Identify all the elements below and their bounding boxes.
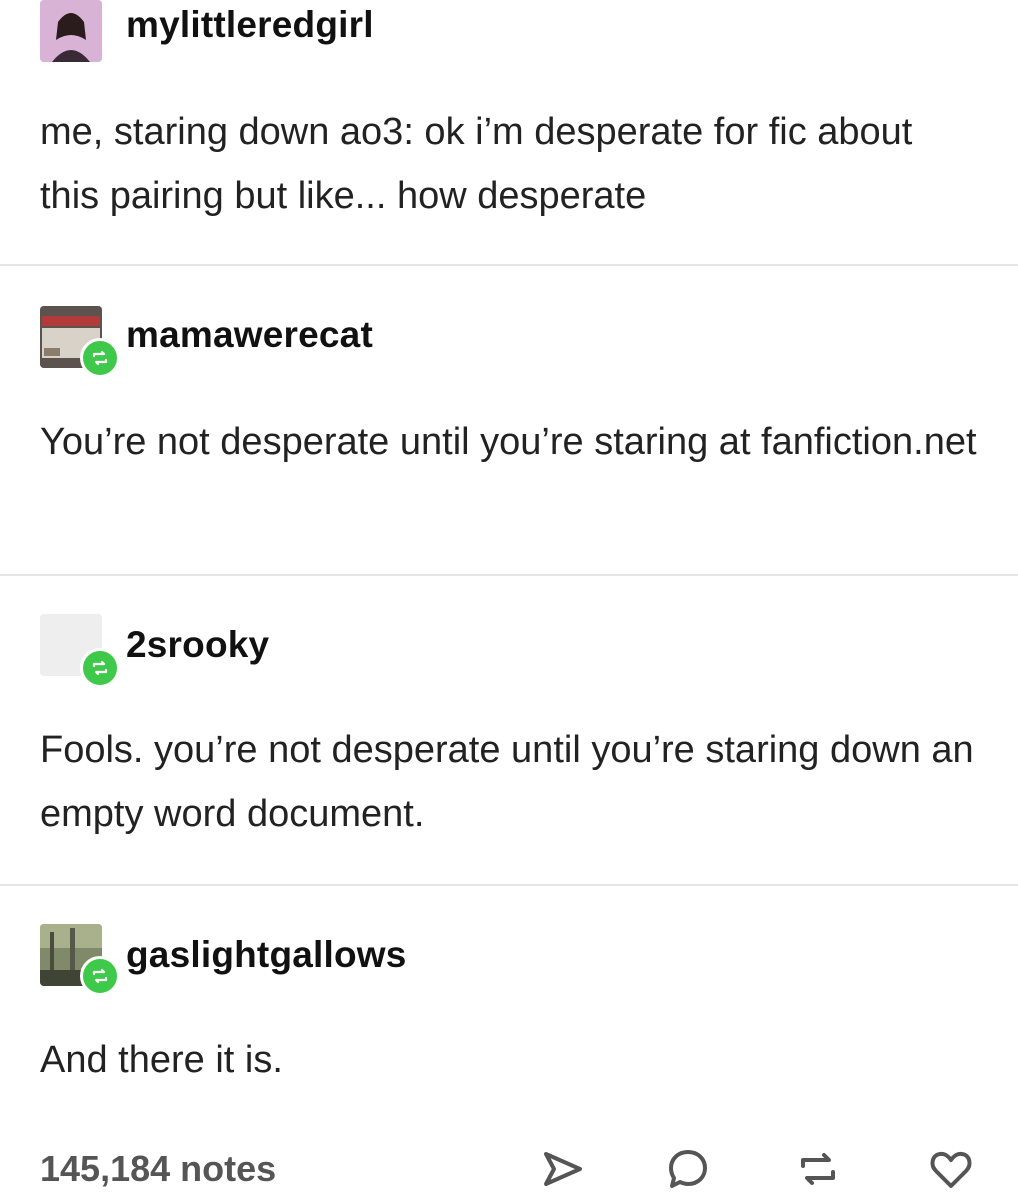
- divider: [0, 574, 1018, 576]
- avatar[interactable]: [40, 0, 102, 62]
- reblog-icon[interactable]: [795, 1146, 841, 1192]
- username[interactable]: gaslightgallows: [126, 934, 407, 976]
- post-text: me, staring down ao3: ok i’m desperate f…: [40, 111, 913, 217]
- share-icon[interactable]: [540, 1146, 586, 1192]
- reblog-icon: [80, 648, 120, 688]
- username[interactable]: 2srooky: [126, 624, 269, 666]
- profile-photo-icon: [40, 0, 102, 62]
- like-icon[interactable]: [928, 1146, 974, 1192]
- reply-icon[interactable]: [665, 1146, 711, 1192]
- username[interactable]: mamawerecat: [126, 314, 373, 356]
- reblog-icon: [80, 338, 120, 378]
- post-text: And there it is.: [40, 1039, 283, 1081]
- divider: [0, 264, 1018, 266]
- reblog-icon: [80, 956, 120, 996]
- post-text: Fools. you’re not desperate until you’re…: [40, 729, 974, 835]
- divider: [0, 884, 1018, 886]
- post-text: You’re not desperate until you’re starin…: [40, 421, 977, 463]
- username[interactable]: mylittleredgirl: [126, 4, 374, 46]
- notes-count[interactable]: 145,184 notes: [40, 1148, 276, 1190]
